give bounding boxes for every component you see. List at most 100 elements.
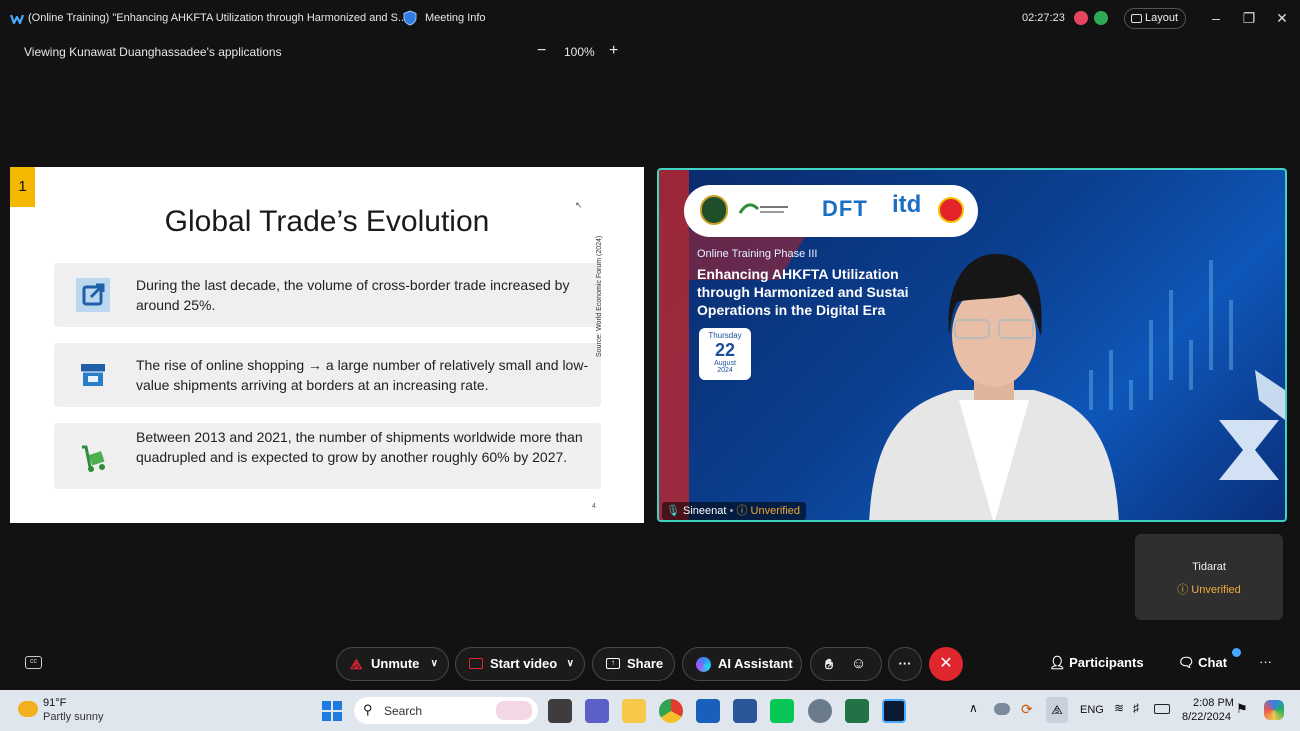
reactions-icon[interactable]: ☺ bbox=[851, 648, 866, 680]
language-indicator[interactable]: ENG bbox=[1080, 704, 1104, 716]
speaker-video[interactable]: DFT itd Online Training Phase III Enhanc… bbox=[657, 168, 1287, 522]
more-icon: ··· bbox=[898, 656, 912, 671]
search-box[interactable]: ⚲ Search bbox=[354, 697, 538, 724]
line-icon[interactable] bbox=[770, 699, 794, 723]
chrome-icon[interactable] bbox=[659, 699, 683, 723]
zoom-out-button[interactable]: − bbox=[537, 42, 546, 60]
weather-desc[interactable]: Partly sunny bbox=[43, 711, 104, 723]
slide-source: Source: World Economic Forum (2024) bbox=[596, 235, 603, 357]
captions-icon[interactable]: cc bbox=[25, 656, 42, 669]
date-badge: Thursday 22 August 2024 bbox=[699, 328, 751, 380]
training-phase: Online Training Phase III bbox=[697, 248, 818, 260]
participants-label: Participants bbox=[1069, 655, 1144, 670]
participants-button[interactable]: 👤︎ Participants bbox=[1049, 655, 1144, 671]
weather-temp[interactable]: 91°F bbox=[43, 697, 66, 709]
teams-icon[interactable] bbox=[585, 699, 609, 723]
volume-muted-icon[interactable]: ♯ bbox=[1133, 701, 1139, 715]
mic-muted-tray-icon[interactable]: ⧌ bbox=[1046, 697, 1068, 723]
bullet-text: Between 2013 and 2021, the number of shi… bbox=[136, 429, 583, 465]
meeting-timer: 02:27:23 bbox=[1022, 12, 1065, 24]
meeting-info-link[interactable]: Meeting Info bbox=[425, 12, 486, 24]
cursor-icon: ↖ bbox=[575, 200, 583, 210]
more-options-button[interactable]: ··· bbox=[888, 647, 922, 681]
unmute-button[interactable]: ⧌ Unmute ∨ bbox=[336, 647, 449, 681]
search-highlight-icon bbox=[496, 701, 532, 720]
restore-icon[interactable]: ❐ bbox=[1237, 8, 1261, 28]
bullet-item: During the last decade, the volume of cr… bbox=[54, 263, 601, 327]
participant-name: Sineenat bbox=[683, 505, 727, 517]
slide-title: Global Trade’s Evolution bbox=[164, 205, 490, 238]
layout-button[interactable]: Layout bbox=[1124, 8, 1186, 29]
windows-start-icon[interactable] bbox=[321, 700, 343, 722]
participant-tile[interactable]: Tidarat ⓘ Unverified bbox=[1135, 534, 1283, 620]
word-icon[interactable] bbox=[733, 699, 757, 723]
logo-banner: DFT itd bbox=[684, 185, 978, 237]
date-month: August bbox=[714, 360, 736, 367]
bullet-text: During the last decade, the volume of cr… bbox=[136, 277, 570, 313]
unverified-icon: ⓘ bbox=[1177, 584, 1189, 596]
microphone-icon: 🎙︎ bbox=[666, 505, 680, 517]
file-explorer-icon[interactable] bbox=[622, 699, 646, 723]
start-video-button[interactable]: Start video ∨ bbox=[455, 647, 585, 681]
share-label: Share bbox=[627, 656, 664, 671]
settings-icon[interactable] bbox=[808, 699, 832, 723]
ai-assistant-button[interactable]: AI Assistant bbox=[682, 647, 802, 681]
start-video-label: Start video bbox=[490, 656, 558, 671]
ai-assistant-label: AI Assistant bbox=[718, 656, 793, 671]
customs-emblem-icon bbox=[700, 195, 728, 225]
sync-icon[interactable]: ⟳ bbox=[1021, 701, 1033, 718]
unmute-label: Unmute bbox=[371, 656, 420, 671]
onedrive-icon[interactable] bbox=[994, 703, 1010, 715]
excel-icon[interactable] bbox=[845, 699, 869, 723]
share-screen-icon: ↑ bbox=[606, 658, 620, 669]
participant-status: Unverified bbox=[1191, 584, 1241, 596]
participant-name: Tidarat bbox=[1192, 561, 1226, 573]
notification-bell-icon[interactable]: ⚑ bbox=[1236, 701, 1248, 717]
slide-page-number: 4 bbox=[592, 503, 596, 510]
shield-icon bbox=[403, 10, 417, 31]
wifi-icon[interactable]: ≋ bbox=[1114, 701, 1124, 715]
raise-hand-icon[interactable]: ✋︎ bbox=[825, 648, 833, 680]
leave-meeting-button[interactable]: ✕ bbox=[929, 647, 963, 681]
reactions-group[interactable]: ✋︎ ☺ bbox=[810, 647, 882, 681]
chevron-down-icon[interactable]: ∨ bbox=[567, 648, 574, 680]
webex-taskbar-icon[interactable] bbox=[882, 699, 906, 723]
layout-label: Layout bbox=[1145, 12, 1179, 24]
chat-label: Chat bbox=[1198, 655, 1228, 670]
slide-number: 1 bbox=[10, 167, 35, 207]
dft-logo: DFT bbox=[822, 196, 868, 221]
trade-dept-logo-icon bbox=[738, 201, 790, 217]
date-year: 2024 bbox=[717, 367, 733, 374]
speaker-figure bbox=[869, 253, 1119, 520]
chevron-up-icon[interactable]: ∧ bbox=[969, 701, 978, 715]
chat-icon: 🗨︎ bbox=[1178, 655, 1195, 670]
shared-slide: 1 Global Trade’s Evolution ↖ During the … bbox=[10, 167, 644, 523]
more-icon[interactable]: ··· bbox=[1259, 654, 1272, 669]
store-icon[interactable] bbox=[696, 699, 720, 723]
weather-icon[interactable] bbox=[18, 701, 38, 717]
storefront-icon bbox=[76, 358, 110, 392]
close-icon: ✕ bbox=[939, 655, 953, 672]
chat-button[interactable]: 🗨︎ Chat bbox=[1178, 655, 1227, 671]
battery-icon[interactable] bbox=[1154, 704, 1170, 714]
close-icon[interactable]: ✕ bbox=[1270, 8, 1294, 28]
network-health-icon[interactable] bbox=[1094, 11, 1108, 25]
minimize-icon[interactable]: – bbox=[1204, 8, 1228, 28]
chat-notification-dot bbox=[1232, 648, 1241, 657]
zoom-in-button[interactable]: + bbox=[609, 42, 618, 60]
task-view-icon[interactable] bbox=[548, 699, 572, 723]
date-number: 22 bbox=[714, 340, 736, 360]
unverified-icon: ⓘ bbox=[736, 505, 748, 517]
participant-nameplate: 🎙︎ Sineenat • ⓘ Unverified bbox=[662, 502, 807, 520]
share-button[interactable]: ↑ Share bbox=[592, 647, 675, 681]
participant-status-row: ⓘ Unverified bbox=[1135, 581, 1283, 597]
copilot-icon[interactable] bbox=[1264, 700, 1284, 720]
clock-date[interactable]: 8/22/2024 bbox=[1182, 711, 1231, 723]
recording-icon bbox=[1074, 11, 1088, 25]
title-bar: (Online Training) "Enhancing AHKFTA Util… bbox=[0, 0, 1300, 38]
chevron-down-icon[interactable]: ∨ bbox=[431, 648, 438, 680]
asean-emblem-icon bbox=[938, 197, 964, 223]
clock-time[interactable]: 2:08 PM bbox=[1193, 697, 1234, 709]
search-icon: ⚲ bbox=[363, 702, 373, 717]
webex-logo-icon bbox=[9, 12, 25, 25]
